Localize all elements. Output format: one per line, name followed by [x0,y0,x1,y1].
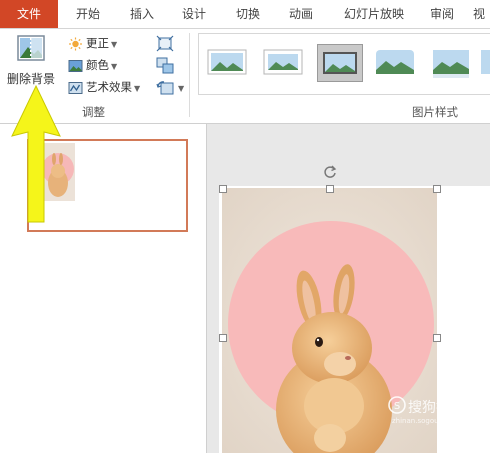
ribbon-panel: 删除背景 更正 ▼ 颜色 ▼ 艺术效果 ▼ ▼ 调整 图片样式 [0,29,490,124]
corrections-label: 更正 [86,36,109,50]
reset-picture-icon[interactable] [156,79,174,96]
picture-style-option[interactable] [205,44,249,80]
change-picture-icon[interactable] [156,57,174,74]
adjust-group-label: 调整 [82,105,105,119]
annotation-arrow-icon [11,84,61,223]
tab-home[interactable]: 开始 [66,0,110,28]
resize-handle-right[interactable] [433,334,441,342]
corrections-button[interactable]: 更正 ▼ [68,33,117,53]
picture-style-option[interactable] [429,44,473,80]
artistic-effects-button[interactable]: 艺术效果 ▼ [68,77,140,97]
remove-background-icon [17,35,45,61]
tab-review[interactable]: 审阅 [420,0,464,28]
watermark-url: zhinan.sogou.com [392,417,456,425]
tab-transitions[interactable]: 切换 [226,0,270,28]
color-button[interactable]: 颜色 ▼ [68,55,117,75]
sogou-logo-icon: S [388,396,406,414]
tab-insert[interactable]: 插入 [120,0,164,28]
tab-design[interactable]: 设计 [172,0,216,28]
tab-slideshow[interactable]: 幻灯片放映 [336,0,412,28]
resize-handle-top[interactable] [326,185,334,193]
picture-styles-gallery [198,33,490,95]
chevron-down-icon: ▼ [111,40,118,49]
ribbon-tab-bar: 文件 开始 插入 设计 切换 动画 幻灯片放映 审阅 视 [0,0,490,29]
sun-icon [69,37,82,50]
compress-pictures-icon[interactable] [156,35,174,52]
artistic-effects-label: 艺术效果 [86,80,132,94]
tab-file[interactable]: 文件 [0,0,58,28]
picture-styles-group-label: 图片样式 [412,105,458,119]
resize-handle-left[interactable] [219,334,227,342]
tab-view[interactable]: 视 [468,0,490,28]
watermark-text: 搜狗指南 [408,400,464,416]
picture-style-option[interactable] [261,44,305,80]
remove-background-button[interactable]: 删除背景 [4,33,58,89]
picture-style-option-selected[interactable] [317,44,363,82]
artistic-effects-icon [68,81,83,94]
tab-animations[interactable]: 动画 [279,0,323,28]
resize-handle-top-right[interactable] [433,185,441,193]
resize-handle-top-left[interactable] [219,185,227,193]
picture-color-icon [68,59,83,72]
svg-text:S: S [394,401,400,412]
chevron-down-icon: ▼ [134,84,141,93]
chevron-down-icon: ▼ [111,62,118,71]
picture-style-option[interactable] [373,44,417,80]
picture-style-option[interactable] [479,44,490,80]
color-label: 颜色 [86,58,109,72]
group-separator [189,33,190,117]
chevron-down-icon[interactable]: ▼ [178,84,184,93]
rotate-handle-icon[interactable] [322,164,338,180]
